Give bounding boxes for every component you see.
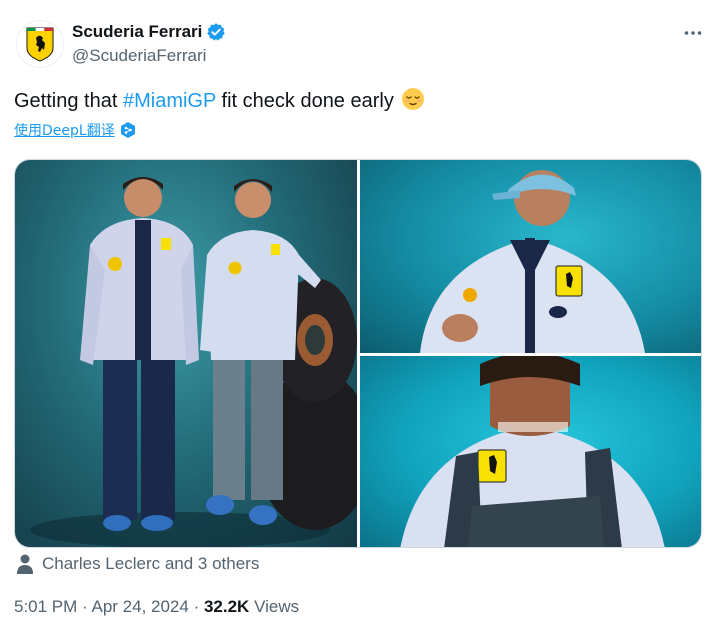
footer-separator-1: · — [77, 597, 92, 616]
photo-3[interactable] — [360, 356, 701, 547]
tweet-time[interactable]: 5:01 PM — [14, 597, 77, 616]
verified-badge-icon — [207, 23, 226, 41]
media-grid — [14, 159, 702, 548]
relieved-face-emoji-icon — [402, 88, 425, 110]
display-name[interactable]: Scuderia Ferrari — [72, 22, 202, 42]
deepl-icon — [120, 122, 135, 138]
tweet-text: Getting that #MiamiGP fit check done ear… — [14, 87, 425, 115]
photo-2-illustration — [420, 170, 645, 353]
translate-row[interactable]: 使用DeepL翻译 — [14, 120, 137, 140]
hashtag-link[interactable]: #MiamiGP — [123, 90, 216, 112]
tagged-people-text[interactable]: Charles Leclerc and 3 others — [42, 554, 259, 574]
tweet-footer: 5:01 PM · Apr 24, 2024 · 32.2K Views — [14, 597, 299, 617]
photo-3-illustration — [400, 356, 665, 547]
footer-separator-2: · — [188, 597, 204, 616]
photo-1[interactable] — [15, 160, 357, 547]
tweet-text-after: fit check done early — [215, 90, 394, 112]
translate-link[interactable]: 使用DeepL翻译 — [14, 120, 115, 140]
more-options-icon[interactable] — [682, 22, 704, 44]
views-label: Views — [254, 597, 300, 616]
views-count: 32.2K — [203, 597, 250, 616]
photo-1-illustration — [30, 177, 357, 547]
tagged-people[interactable]: Charles Leclerc and 3 others — [16, 553, 259, 575]
ferrari-shield-logo — [26, 27, 54, 62]
tweet-text-before: Getting that — [14, 90, 123, 112]
user-handle[interactable]: @ScuderiaFerrari — [72, 46, 206, 66]
tweet-date[interactable]: Apr 24, 2024 — [91, 597, 188, 616]
photo-2[interactable] — [360, 160, 701, 353]
avatar[interactable] — [16, 20, 64, 68]
person-icon — [17, 554, 33, 574]
